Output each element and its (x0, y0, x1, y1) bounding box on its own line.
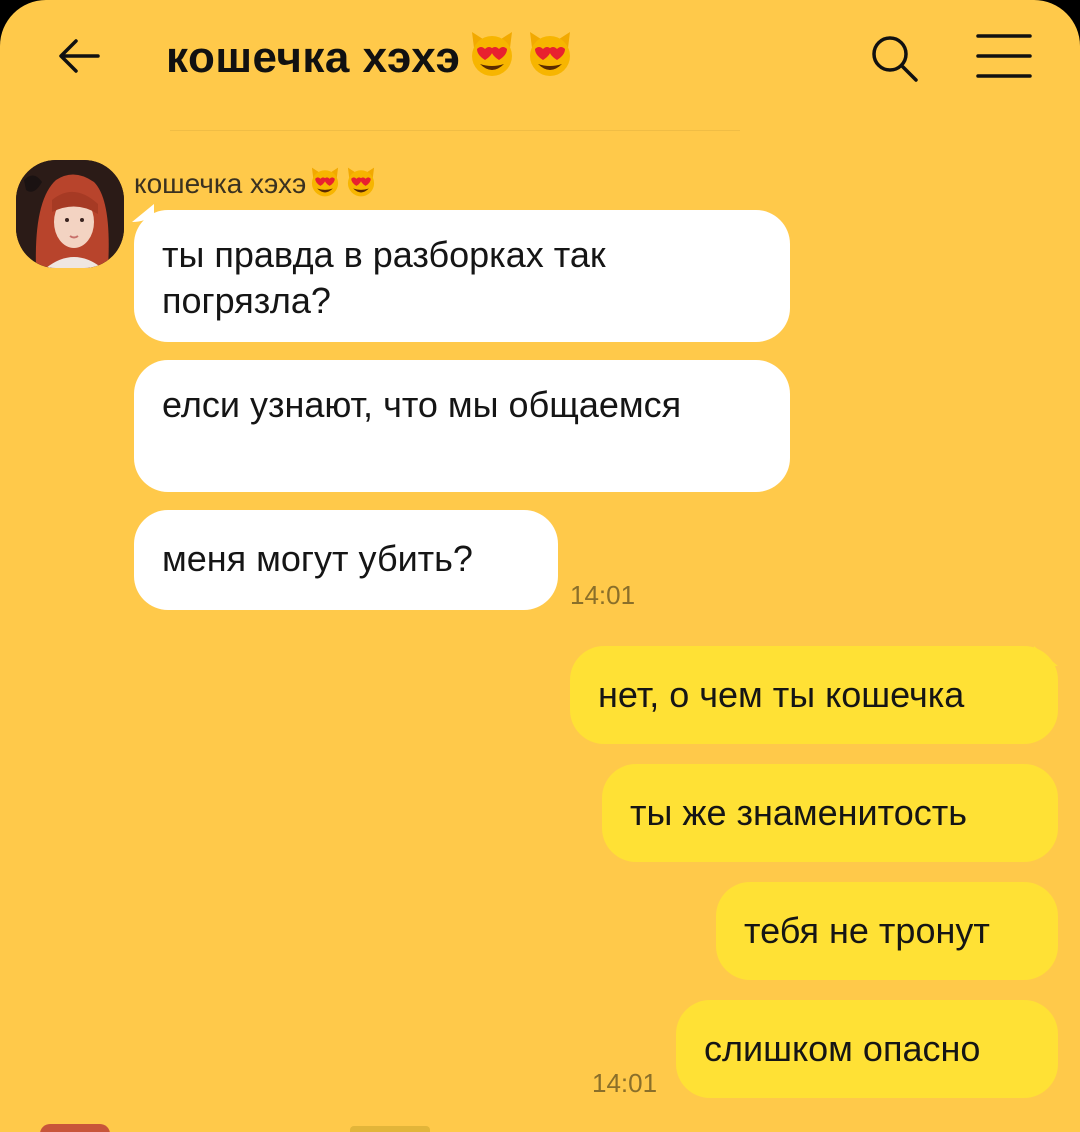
back-arrow-icon[interactable] (52, 28, 108, 84)
message-bubble-incoming[interactable]: елси узнают, что мы общаемся (134, 360, 790, 492)
heart-eyes-cat-icon (348, 167, 375, 196)
chat-title-text: кошечка хэхэ (166, 33, 461, 82)
message-time: 14:01 (570, 580, 636, 610)
heart-eyes-cat-icon (312, 167, 339, 196)
message-time: 14:01 (592, 1068, 658, 1098)
sender-name: кошечка хэхэ (134, 164, 378, 204)
search-icon[interactable] (866, 30, 922, 86)
heart-eyes-cat-icon (530, 32, 571, 77)
chat-title[interactable]: кошечка хэхэ (166, 30, 576, 86)
message-bubble-outgoing[interactable]: ты же знаменитость (602, 764, 1058, 862)
sender-name-text: кошечка хэхэ (134, 168, 307, 199)
next-avatar-peek (40, 1124, 110, 1132)
menu-icon[interactable] (974, 30, 1034, 82)
header-divider (170, 130, 740, 131)
avatar[interactable] (16, 160, 124, 268)
message-bubble-incoming[interactable]: меня могут убить? (134, 510, 558, 610)
message-bubble-outgoing[interactable]: нет, о чем ты кошечка (570, 646, 1058, 744)
message-bubble-outgoing[interactable]: слишком опасно (676, 1000, 1058, 1098)
heart-eyes-cat-icon (472, 32, 513, 77)
chat-header: кошечка хэхэ (0, 0, 1080, 120)
message-bubble-incoming[interactable]: ты правда в разборках так погрязла? (134, 210, 790, 342)
next-name-peek (350, 1126, 430, 1132)
chat-screen: кошечка хэхэ кошечка хэхэ ты правда в ра… (0, 0, 1080, 1132)
message-bubble-outgoing[interactable]: тебя не тронут (716, 882, 1058, 980)
